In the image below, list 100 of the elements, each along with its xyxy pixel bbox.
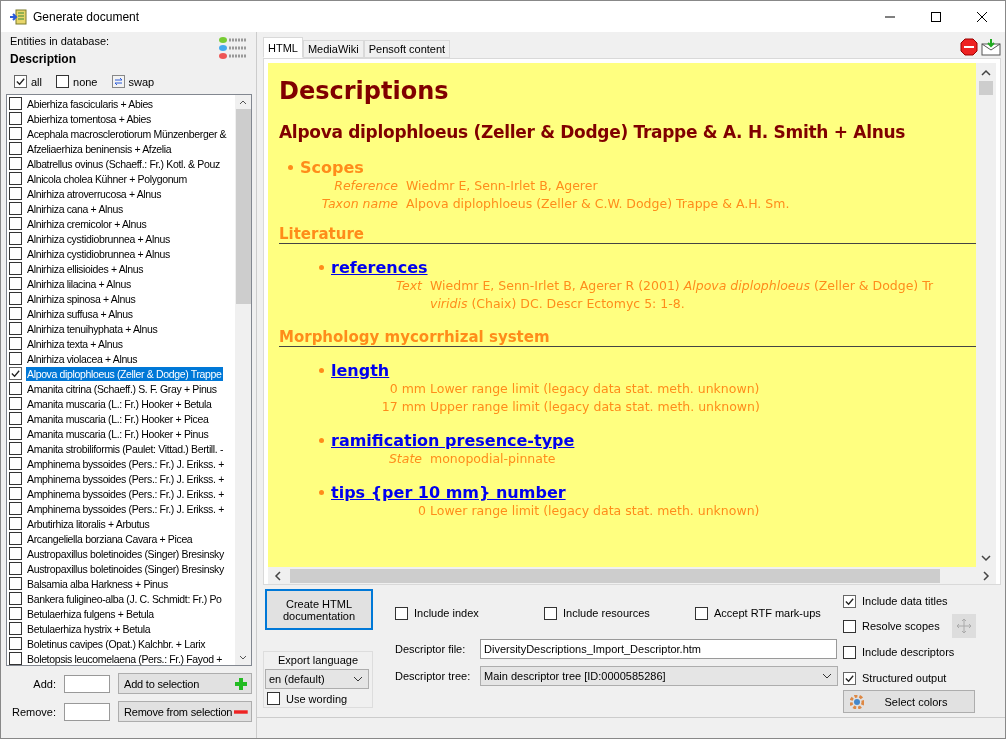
checkbox[interactable] — [9, 532, 22, 545]
character-link[interactable]: references — [331, 258, 428, 277]
checkbox[interactable] — [9, 127, 22, 140]
list-item[interactable]: Boletopsis leucomelaena (Pers.: Fr.) Fayod + — [26, 651, 223, 665]
checkbox[interactable] — [9, 652, 22, 665]
list-item[interactable]: Acephala macrosclerotiorum Münzenberger & — [26, 126, 228, 141]
checkbox[interactable] — [9, 292, 22, 305]
list-item[interactable]: Alnirhiza spinosa + Alnus — [26, 291, 137, 306]
list-item[interactable]: Alnirhiza cystidiobrunnea + Alnus — [26, 231, 171, 246]
checkbox[interactable] — [9, 217, 22, 230]
character-link[interactable]: length — [331, 361, 390, 380]
tab[interactable]: MediaWiki — [302, 40, 364, 58]
scroll-thumb[interactable] — [235, 109, 251, 304]
scrollbar[interactable] — [268, 567, 996, 584]
swap-label[interactable]: swap — [128, 75, 155, 88]
character-link[interactable]: tips {per 10 mm} number — [331, 483, 566, 502]
descriptor-tree-dropdown[interactable]: Main descriptor tree [ID:0000585286] — [480, 665, 838, 686]
list-item[interactable]: Alnicola cholea Kühner + Polygonum — [26, 171, 188, 186]
checkbox[interactable] — [395, 606, 408, 620]
checkbox-label[interactable]: Include resources — [563, 607, 650, 619]
checkbox[interactable] — [9, 547, 22, 560]
remove-field[interactable] — [64, 702, 110, 721]
checkbox[interactable] — [9, 322, 22, 335]
list-item[interactable]: Amphinema byssoides (Pers.: Fr.) J. Erikss. + — [26, 501, 225, 516]
checkbox[interactable] — [9, 367, 22, 380]
list-item[interactable]: Arbutirhiza litoralis + Arbutus — [26, 516, 151, 531]
checkbox[interactable] — [544, 606, 557, 620]
checkbox[interactable] — [9, 457, 22, 470]
checkbox[interactable] — [9, 232, 22, 245]
checkbox-label[interactable]: Include descriptors — [862, 646, 955, 658]
checkbox[interactable] — [9, 142, 22, 155]
list-item[interactable]: Afzeliaerhiza beninensis + Afzelia — [26, 141, 173, 156]
checkbox[interactable] — [9, 412, 22, 425]
list-item[interactable]: Alnirhiza ellisioides + Alnus — [26, 261, 145, 276]
checkbox[interactable] — [9, 262, 22, 275]
checkbox[interactable] — [9, 502, 22, 515]
list-item[interactable]: Alnirhiza atroverrucosa + Alnus — [26, 186, 163, 201]
checkbox[interactable] — [9, 382, 22, 395]
checkbox[interactable] — [9, 397, 22, 410]
list-item[interactable]: Abierhiza tomentosa + Abies — [26, 111, 152, 126]
select-colors-button[interactable]: Select colors — [843, 690, 975, 713]
checkbox-label[interactable]: Include index — [414, 607, 479, 619]
scroll-left-icon[interactable] — [272, 569, 284, 582]
scrollbar[interactable] — [235, 95, 251, 665]
scroll-right-icon[interactable] — [980, 569, 992, 582]
add-field[interactable] — [64, 674, 110, 693]
scroll-thumb[interactable] — [290, 568, 940, 583]
checkbox[interactable] — [9, 487, 22, 500]
checkbox[interactable] — [9, 472, 22, 485]
checkbox[interactable] — [9, 307, 22, 320]
remove-button[interactable]: Remove from selection — [118, 701, 252, 722]
list-item[interactable]: Balsamia alba Harkness + Pinus — [26, 576, 169, 591]
list-item[interactable]: Betulaerhiza fulgens + Betula — [26, 606, 155, 621]
character-link[interactable]: ramification presence-type — [331, 431, 575, 450]
list-item[interactable]: Boletinus cavipes (Opat.) Kalchbr. + Larix — [26, 636, 207, 651]
checkbox[interactable] — [9, 517, 22, 530]
checkbox[interactable] — [9, 277, 22, 290]
checkbox[interactable] — [9, 592, 22, 605]
list-item[interactable]: Amphinema byssoides (Pers.: Fr.) J. Erikss. + — [26, 486, 225, 501]
tab[interactable]: HTML — [263, 37, 303, 58]
checkbox[interactable] — [9, 577, 22, 590]
checkbox[interactable] — [843, 671, 856, 685]
list-item[interactable]: Amanita muscaria (L.: Fr.) Hooker + Picea — [26, 411, 210, 426]
list-item[interactable]: Amanita muscaria (L.: Fr.) Hooker + Betula — [26, 396, 213, 411]
checkbox[interactable] — [9, 202, 22, 215]
list-item[interactable]: Amanita strobiliformis (Paulet: Vittad.) Bertill. - — [26, 441, 225, 456]
checkbox[interactable] — [267, 692, 280, 705]
list-item[interactable]: Alnirhiza cremicolor + Alnus — [26, 216, 148, 231]
checkbox-label[interactable]: none — [73, 75, 98, 88]
scrollbar[interactable] — [976, 63, 996, 567]
list-item[interactable]: Alpova diplophloeus (Zeller & Dodge) Trappe — [26, 366, 223, 381]
checkbox[interactable] — [843, 594, 856, 608]
checkbox-label[interactable]: Resolve scopes — [862, 620, 940, 632]
list-item[interactable]: Alnirhiza cystidiobrunnea + Alnus — [26, 246, 171, 261]
checkbox[interactable] — [9, 637, 22, 650]
checkbox[interactable] — [9, 607, 22, 620]
checkbox-label[interactable]: Include data titles — [862, 595, 948, 607]
list-item[interactable]: Betulaerhiza hystrix + Betula — [26, 621, 152, 636]
checkbox[interactable] — [695, 606, 708, 620]
checkbox[interactable] — [9, 352, 22, 365]
checkbox[interactable] — [9, 442, 22, 455]
list-item[interactable]: Amanita muscaria (L.: Fr.) Hooker + Pinus — [26, 426, 210, 441]
list-item[interactable]: Amphinema byssoides (Pers.: Fr.) J. Erikss. + — [26, 456, 225, 471]
close-icon[interactable] — [976, 10, 988, 23]
checkbox[interactable] — [843, 619, 856, 633]
list-item[interactable]: Alnirhiza cana + Alnus — [26, 201, 124, 216]
list-item[interactable]: Austropaxillus boletinoides (Singer) Bresinsky — [26, 546, 225, 561]
list-item[interactable]: Alnirhiza lilacina + Alnus — [26, 276, 132, 291]
list-item[interactable]: Abierhiza fascicularis + Abies — [26, 96, 154, 111]
language-dropdown[interactable]: en (default) — [265, 669, 369, 689]
swap-icon[interactable] — [111, 75, 125, 88]
checkbox[interactable] — [9, 427, 22, 440]
list-item[interactable]: Alnirhiza violacea + Alnus — [26, 351, 139, 366]
list-item[interactable]: Albatrellus ovinus (Schaeff.: Fr.) Kotl. & Pouz — [26, 156, 221, 171]
checkbox[interactable] — [9, 622, 22, 635]
stop-icon[interactable] — [960, 38, 978, 56]
list-item[interactable]: Alnirhiza texta + Alnus — [26, 336, 124, 351]
maximize-icon[interactable] — [930, 10, 942, 23]
checkbox-label[interactable]: Accept RTF mark-ups — [714, 607, 821, 619]
checkbox[interactable] — [9, 157, 22, 170]
